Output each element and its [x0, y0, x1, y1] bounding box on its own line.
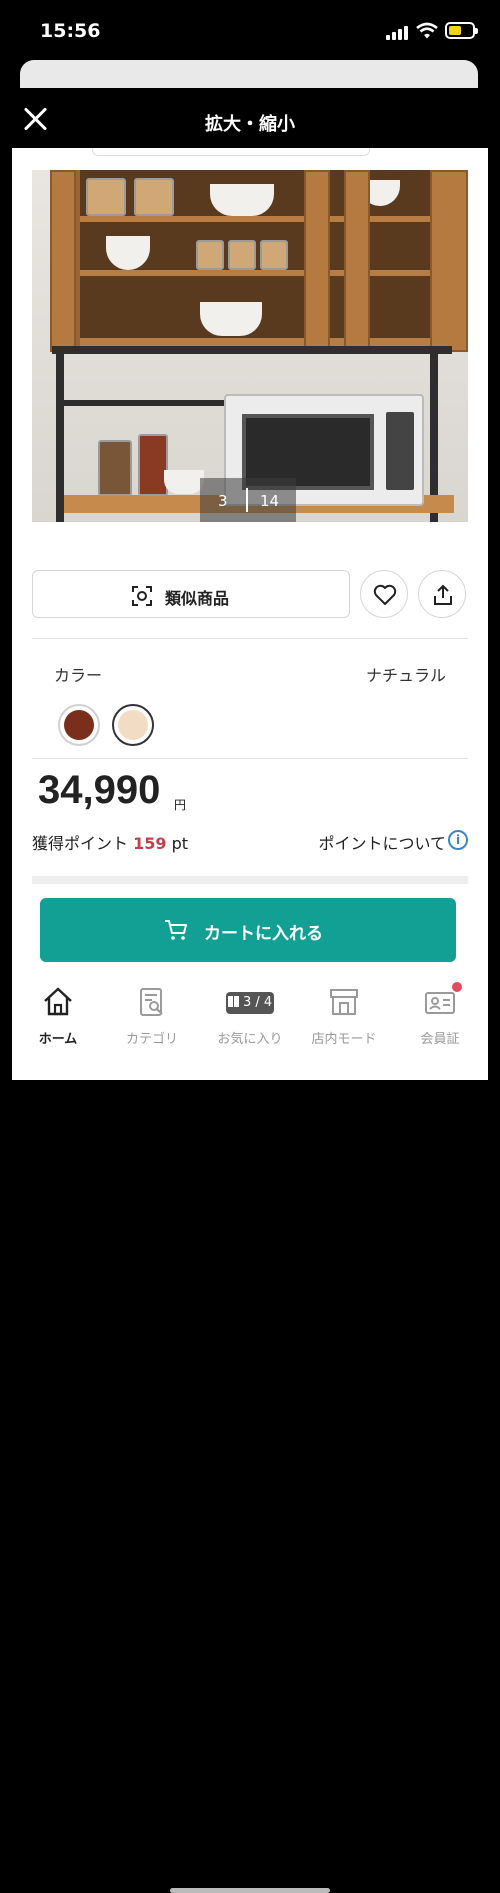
divider — [32, 758, 468, 759]
top-tab-edge — [92, 148, 370, 156]
status-bar: 15:56 — [0, 0, 500, 62]
sheet-grabber — [20, 60, 478, 88]
grid-icon — [227, 996, 239, 1007]
add-to-cart-button[interactable]: カートに入れる — [40, 898, 456, 962]
share-icon — [434, 584, 452, 605]
tab-label: カテゴリ — [125, 1032, 178, 1047]
image-total: 14 — [260, 492, 280, 510]
store-icon — [330, 989, 358, 1015]
color-label: カラー — [54, 666, 103, 685]
favorite-button[interactable] — [360, 570, 408, 618]
heart-icon — [373, 584, 397, 605]
share-button[interactable] — [418, 570, 466, 618]
category-search-icon — [140, 988, 163, 1016]
points-unit: pt — [171, 834, 189, 853]
tab-label: ホーム — [38, 1032, 78, 1047]
home-icon — [44, 987, 72, 1016]
image-counter: 3 14 — [200, 478, 296, 522]
add-to-cart-label: カートに入れる — [204, 924, 323, 944]
similar-products-button[interactable]: 類似商品 — [32, 570, 350, 618]
member-card-icon — [425, 992, 455, 1014]
product-page: 3 14 類似商品 カラー ナチュラル 34,990 円 獲得ポイント 159 … — [12, 148, 488, 1893]
similar-products-label: 類似商品 — [165, 589, 230, 608]
color-swatch-natural[interactable] — [112, 704, 154, 746]
earned-points: 獲得ポイント 159 pt — [32, 830, 188, 854]
tab-member-card[interactable]: 会員証 — [400, 982, 480, 1056]
favorites-count-badge: 3 / 4 — [226, 992, 274, 1014]
status-time: 15:56 — [40, 20, 101, 42]
notification-dot — [452, 982, 462, 992]
favorites-count: 3 / 4 — [242, 995, 273, 1010]
cart-icon — [165, 920, 187, 940]
info-icon[interactable]: i — [448, 830, 468, 850]
points-about-link[interactable]: ポイントについて — [318, 830, 446, 854]
tab-label: 会員証 — [420, 1032, 460, 1047]
tab-favorites[interactable]: 3 / 4 お気に入り — [210, 986, 290, 1056]
wifi-icon — [416, 22, 438, 39]
product-image[interactable] — [32, 170, 468, 522]
price-amount: 34,990 — [38, 768, 161, 812]
signal-icon — [386, 24, 412, 40]
color-selected-value: ナチュラル — [365, 666, 446, 685]
tab-store-mode[interactable]: 店内モード — [304, 986, 384, 1056]
image-current: 3 — [218, 492, 228, 510]
tab-category[interactable]: カテゴリ — [112, 986, 192, 1056]
price-unit: 円 — [174, 798, 187, 812]
divider — [32, 638, 468, 639]
tab-label: お気に入り — [217, 1032, 283, 1047]
home-indicator — [170, 1888, 330, 1893]
tab-home[interactable]: ホーム — [18, 986, 98, 1056]
color-swatch-brown[interactable] — [58, 704, 100, 746]
points-prefix: 獲得ポイント — [32, 834, 129, 853]
tab-label: 店内モード — [311, 1032, 377, 1047]
points-value: 159 — [133, 834, 167, 853]
section-separator — [32, 876, 468, 884]
modal-title: 拡大・縮小 — [205, 114, 295, 135]
scan-icon — [132, 586, 152, 606]
tab-bar: ホーム カテゴリ 3 / 4 お気に入り 店内モード 会員証 — [12, 978, 488, 1893]
battery-icon — [445, 22, 478, 39]
